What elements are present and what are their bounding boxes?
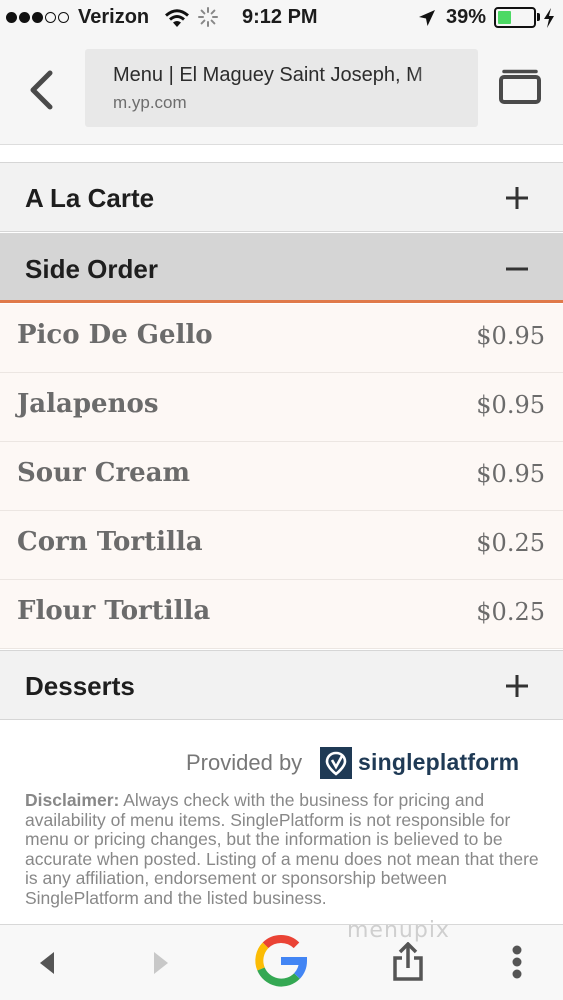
menu-item: Corn Tortilla $0.25 — [0, 511, 563, 580]
menu-item: Jalapenos $0.95 — [0, 373, 563, 442]
carrier-name: Verizon — [78, 6, 150, 28]
battery-percent: 39% — [446, 6, 487, 28]
location-arrow-icon — [419, 10, 435, 26]
more-icon[interactable] — [511, 945, 523, 979]
back-chevron-icon[interactable] — [28, 70, 54, 110]
activity-spinner-icon — [198, 7, 218, 27]
section-a-la-carte[interactable]: A La Carte — [0, 162, 563, 232]
item-price: $0.95 — [476, 460, 545, 488]
disclaimer: Disclaimer: Always check with the busine… — [25, 791, 543, 925]
forward-arrow-icon[interactable] — [152, 951, 170, 975]
clock: 9:12 PM — [242, 6, 318, 28]
expand-plus-icon[interactable] — [505, 186, 529, 210]
google-icon[interactable] — [254, 934, 308, 988]
provided-by-label: Provided by — [186, 750, 303, 775]
item-name: Pico De Gello — [17, 320, 213, 350]
menu-item: Sour Cream $0.95 — [0, 442, 563, 511]
section-title: Desserts — [25, 671, 135, 701]
browser-toolbar — [0, 924, 563, 1000]
watermark: menupix — [347, 918, 450, 943]
menu-item: Pico De Gello $0.95 — [0, 304, 563, 373]
address-bar[interactable]: Menu | El Maguey Saint Joseph, M m.yp.co… — [85, 49, 478, 127]
expand-plus-icon[interactable] — [505, 674, 529, 698]
collapse-minus-icon[interactable] — [505, 257, 529, 281]
page-title: Menu | El Maguey Saint Joseph, M — [113, 64, 423, 86]
section-title: A La Carte — [25, 183, 155, 213]
section-side-order[interactable]: Side Order — [0, 233, 563, 303]
item-name: Jalapenos — [17, 389, 159, 419]
status-bar: Verizon 9:12 PM 39% — [0, 0, 563, 36]
menu-item: Flour Tortilla $0.25 — [0, 580, 563, 649]
disclaimer-label: Disclaimer: — [25, 791, 120, 810]
charging-bolt-icon — [544, 8, 554, 28]
spacer — [0, 144, 563, 162]
back-arrow-icon[interactable] — [38, 951, 56, 975]
singleplatform-brand[interactable]: singleplatform — [358, 749, 519, 776]
page-domain: m.yp.com — [113, 93, 187, 112]
item-name: Flour Tortilla — [17, 596, 211, 626]
item-name: Sour Cream — [17, 458, 191, 488]
browser-header: Menu | El Maguey Saint Joseph, M m.yp.co… — [0, 36, 563, 144]
item-price: $0.95 — [476, 391, 545, 419]
battery-icon — [494, 7, 536, 28]
tabs-icon[interactable] — [498, 68, 542, 104]
item-name: Corn Tortilla — [17, 527, 203, 557]
item-price: $0.95 — [476, 322, 545, 350]
section-desserts[interactable]: Desserts — [0, 650, 563, 720]
signal-strength-icon — [6, 12, 69, 23]
item-price: $0.25 — [476, 529, 545, 557]
singleplatform-logo-icon[interactable] — [320, 747, 352, 779]
item-price: $0.25 — [476, 598, 545, 626]
wifi-icon — [165, 9, 189, 27]
share-icon[interactable] — [392, 942, 424, 982]
section-title: Side Order — [25, 254, 158, 284]
